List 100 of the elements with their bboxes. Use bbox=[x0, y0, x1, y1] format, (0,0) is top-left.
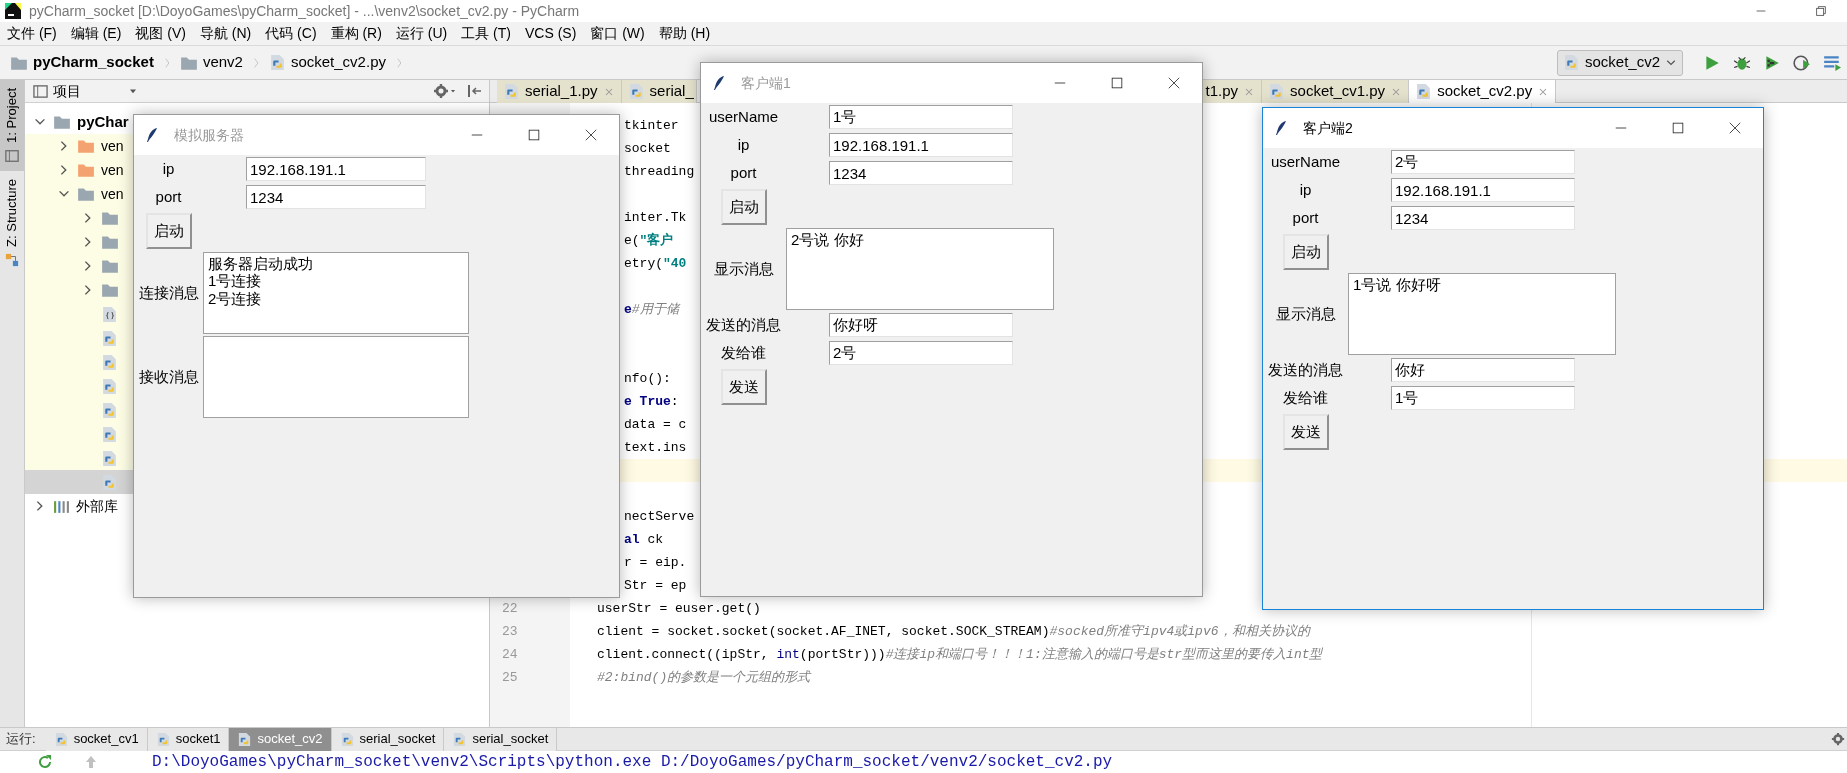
tree-item[interactable] bbox=[25, 446, 133, 470]
field-label: userName bbox=[1269, 151, 1342, 172]
input-field[interactable]: 你好 bbox=[1391, 358, 1575, 382]
window-title: pyCharm_socket [D:\DoyoGames\pyCharm_socket] - ...\venv2\socket_cv2.py - PyCharm bbox=[29, 2, 581, 21]
action-button[interactable]: 启动 bbox=[145, 213, 192, 249]
code-line: socket bbox=[624, 139, 671, 158]
line-number: 23 bbox=[501, 623, 518, 639]
window-title: 客户端1 bbox=[741, 73, 792, 93]
code-line: client = socket.socket(socket.AF_INET, socket.SOCK_STREAM)#socked所准守ipv4或ipv6，和相关协议的 bbox=[597, 622, 1310, 641]
editor-tab[interactable]: socket_cv1.py bbox=[1262, 80, 1410, 103]
code-line: client.connect((ipStr, int(portStr)))#连接ip和端口号！！！1:注意输入的端口号是str型而这里的要传入int型 bbox=[597, 645, 1323, 664]
action-button[interactable]: 发送 bbox=[720, 369, 767, 405]
run-tab[interactable]: serial_socket bbox=[331, 727, 445, 751]
line-number: 22 bbox=[501, 600, 518, 616]
run-tab[interactable]: serial_socket bbox=[444, 727, 558, 751]
folder-icon bbox=[53, 113, 71, 131]
python-file-icon bbox=[268, 54, 286, 71]
menu-item[interactable]: 工具 (T) bbox=[454, 22, 518, 45]
input-field[interactable]: 1234 bbox=[246, 185, 426, 209]
field-label: port bbox=[154, 186, 183, 207]
folder-icon bbox=[101, 233, 119, 251]
close-icon bbox=[1166, 76, 1181, 90]
python-file-icon bbox=[53, 731, 69, 747]
python-file-icon bbox=[339, 731, 355, 747]
action-button[interactable]: 启动 bbox=[720, 189, 767, 225]
tree-item[interactable] bbox=[25, 470, 133, 494]
menu-item[interactable]: 编辑 (E) bbox=[63, 22, 129, 45]
feather-icon bbox=[144, 126, 160, 144]
input-field[interactable]: 1234 bbox=[829, 161, 1013, 185]
action-button[interactable]: 发送 bbox=[1282, 414, 1329, 450]
run-icon bbox=[1703, 53, 1721, 72]
menu-item[interactable]: 帮助 (H) bbox=[651, 22, 718, 45]
tree-item[interactable]: pyChar bbox=[25, 110, 133, 134]
tree-item[interactable]: 外部库 bbox=[25, 494, 133, 518]
field-label: ip bbox=[161, 158, 176, 179]
up-arrow-icon bbox=[83, 754, 99, 770]
input-field[interactable]: 192.168.191.1 bbox=[829, 133, 1013, 157]
text-area[interactable]: 服务器启动成功 1号连接 2号连接 bbox=[203, 252, 469, 334]
caret-icon bbox=[449, 87, 457, 95]
run-config-dropdown[interactable]: socket_cv2 bbox=[1556, 49, 1683, 76]
panel-label: 运行: bbox=[6, 730, 36, 749]
python-file-icon bbox=[1562, 54, 1580, 71]
editor-tab[interactable]: socket_cv2.py bbox=[1409, 80, 1557, 103]
tree-item[interactable]: ven bbox=[25, 158, 133, 182]
breadcrumb-item[interactable]: venv2 bbox=[179, 51, 243, 74]
text-area[interactable]: 1号说 你好呀 bbox=[1348, 273, 1616, 355]
input-field[interactable]: 192.168.191.1 bbox=[246, 157, 426, 181]
restore-icon bbox=[1814, 4, 1828, 18]
field-label: ip bbox=[736, 134, 751, 155]
text-area[interactable]: 2号说 你好 bbox=[786, 228, 1054, 310]
input-field[interactable]: 1号 bbox=[1391, 386, 1575, 410]
tree-item[interactable]: ven bbox=[25, 134, 133, 158]
input-field[interactable]: 2号 bbox=[829, 341, 1013, 365]
python-file-icon bbox=[101, 377, 118, 395]
menu-item[interactable]: VCS (S) bbox=[517, 22, 584, 45]
folder-icon bbox=[101, 257, 119, 275]
menu-item[interactable]: 重构 (R) bbox=[323, 22, 389, 45]
console-output: D:\DoyoGames\pyCharm_socket\venv2\Scripts\python.exe D:/DoyoGames/pyCharm_socket/venv2/socket_cv2.py bbox=[152, 752, 1113, 773]
input-field[interactable]: 2号 bbox=[1391, 150, 1575, 174]
folder-icon bbox=[77, 161, 95, 179]
editor-tab[interactable]: serial_ bbox=[621, 80, 697, 103]
run-tab[interactable]: socket_cv1 bbox=[45, 727, 148, 751]
json-file-icon bbox=[101, 305, 118, 323]
breadcrumb-item[interactable]: socket_cv2.py bbox=[268, 51, 386, 74]
feather-icon bbox=[711, 74, 727, 92]
text-area[interactable] bbox=[203, 336, 469, 418]
input-field[interactable]: 1234 bbox=[1391, 206, 1575, 230]
action-button[interactable]: 启动 bbox=[1282, 234, 1329, 270]
field-label: 接收消息 bbox=[137, 366, 200, 387]
menu-item[interactable]: 窗口 (W) bbox=[583, 22, 652, 45]
code-line: tkinter bbox=[624, 116, 679, 135]
code-line: inter.Tk bbox=[624, 208, 687, 227]
window-title: 客户端2 bbox=[1303, 118, 1354, 138]
input-field[interactable]: 1号 bbox=[829, 105, 1013, 129]
code-line: r = eip. bbox=[624, 553, 687, 572]
maximize-icon bbox=[1109, 76, 1124, 90]
input-field[interactable]: 你好呀 bbox=[829, 313, 1013, 337]
build-icon bbox=[1823, 53, 1841, 72]
editor-tab[interactable]: serial_1.py bbox=[497, 80, 622, 103]
menu-item[interactable]: 导航 (N) bbox=[192, 22, 259, 45]
tree-item[interactable]: ven bbox=[25, 182, 133, 206]
menu-item[interactable]: 运行 (U) bbox=[388, 22, 455, 45]
field-label: 发给谁 bbox=[720, 342, 767, 363]
field-label: ip bbox=[1298, 179, 1313, 200]
menu-item[interactable]: 代码 (C) bbox=[258, 22, 324, 45]
python-file-icon bbox=[101, 353, 118, 371]
python-file-icon bbox=[627, 83, 645, 100]
input-field[interactable]: 192.168.191.1 bbox=[1391, 178, 1575, 202]
collapse-all-icon bbox=[467, 83, 483, 99]
run-tab[interactable]: socket1 bbox=[147, 727, 230, 751]
panel-icon bbox=[5, 148, 19, 163]
breadcrumb-item[interactable]: pyCharm_socket bbox=[10, 51, 154, 74]
folder-icon bbox=[77, 185, 95, 203]
close-icon bbox=[583, 128, 598, 142]
field-label: 发送的消息 bbox=[705, 314, 782, 335]
menu-item[interactable]: 文件 (F) bbox=[0, 22, 64, 45]
menu-item[interactable]: 视图 (V) bbox=[128, 22, 193, 45]
tool-window-tab[interactable]: 1: Project bbox=[0, 80, 24, 171]
tool-window-tab[interactable]: Z: Structure bbox=[0, 170, 24, 275]
field-label: 发送的消息 bbox=[1267, 359, 1344, 380]
